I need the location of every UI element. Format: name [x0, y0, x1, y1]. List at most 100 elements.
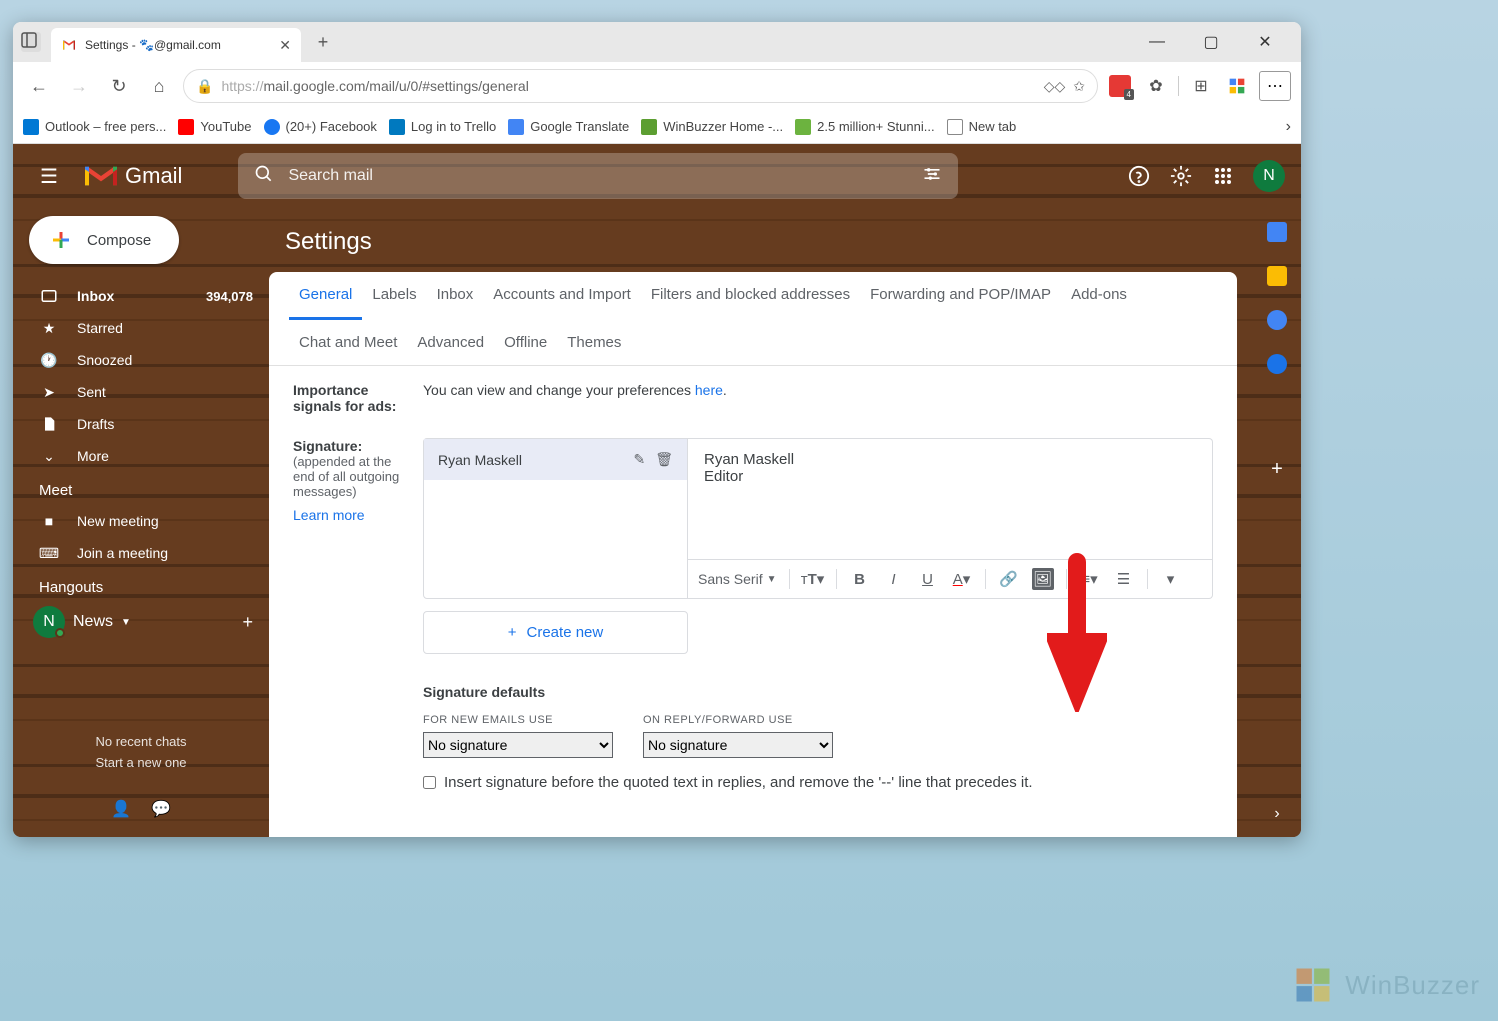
- underline-icon[interactable]: U: [917, 568, 939, 590]
- gear-icon[interactable]: [1169, 164, 1193, 188]
- send-icon: ➤: [39, 382, 59, 402]
- apps-icon[interactable]: [1211, 164, 1235, 188]
- bold-icon[interactable]: B: [849, 568, 871, 590]
- sidebar-item-sent[interactable]: ➤Sent: [13, 376, 269, 408]
- keep-icon[interactable]: [1267, 266, 1287, 286]
- sidebar-item-new-meeting[interactable]: ■New meeting: [13, 505, 269, 537]
- bookmark-outlook[interactable]: Outlook – free pers...: [23, 119, 166, 135]
- search-box[interactable]: [238, 153, 958, 199]
- link-icon[interactable]: 🔗: [998, 568, 1020, 590]
- tab-inbox[interactable]: Inbox: [427, 272, 484, 320]
- plus-icon: +: [508, 624, 517, 641]
- address-bar[interactable]: 🔒 https://mail.google.com/mail/u/0/#sett…: [183, 69, 1098, 103]
- tab-accounts[interactable]: Accounts and Import: [483, 272, 641, 320]
- here-link[interactable]: here: [695, 382, 723, 398]
- lock-icon: 🔒: [196, 78, 213, 95]
- signature-item[interactable]: Ryan Maskell ✎ 🗑: [424, 439, 687, 480]
- compose-button[interactable]: Compose: [29, 216, 179, 264]
- minimize-icon[interactable]: —: [1139, 27, 1175, 57]
- sidebar-item-snoozed[interactable]: 🕐Snoozed: [13, 344, 269, 376]
- learn-more-link[interactable]: Learn more: [293, 507, 403, 523]
- expand-panel-icon[interactable]: ›: [1274, 805, 1279, 823]
- signature-list: Ryan Maskell ✎ 🗑: [423, 438, 688, 599]
- meet-section-title: Meet: [13, 472, 269, 505]
- calendar-icon[interactable]: [1267, 222, 1287, 242]
- tab-close-icon[interactable]: ✕: [279, 37, 291, 54]
- bookmark-px[interactable]: 2.5 million+ Stunni...: [795, 119, 934, 135]
- extensions-icon[interactable]: ✿: [1142, 72, 1170, 100]
- home-button[interactable]: ⌂: [143, 70, 175, 102]
- browser-tab[interactable]: Settings - 🐾@gmail.com ✕: [51, 28, 301, 62]
- tab-offline[interactable]: Offline: [494, 320, 557, 365]
- bookmarks-overflow-icon[interactable]: ›: [1286, 118, 1291, 136]
- chat-icon[interactable]: 💬: [151, 799, 171, 819]
- tab-addons[interactable]: Add-ons: [1061, 272, 1137, 320]
- font-selector[interactable]: Sans Serif ▼: [698, 571, 777, 587]
- text-color-icon[interactable]: A▾: [951, 568, 973, 590]
- hangouts-user-row[interactable]: N News ▼ +: [13, 602, 269, 642]
- sig-defaults-title: Signature defaults: [423, 684, 1213, 700]
- tab-labels[interactable]: Labels: [362, 272, 426, 320]
- tab-forwarding[interactable]: Forwarding and POP/IMAP: [860, 272, 1061, 320]
- sidebar-item-more[interactable]: ⌄More: [13, 440, 269, 472]
- for-new-select[interactable]: No signature: [423, 732, 613, 758]
- add-panel-icon[interactable]: +: [1271, 458, 1283, 481]
- help-icon[interactable]: [1127, 164, 1151, 188]
- bookmark-trello[interactable]: Log in to Trello: [389, 119, 496, 135]
- tab-chat[interactable]: Chat and Meet: [289, 320, 407, 365]
- search-options-icon[interactable]: [922, 164, 942, 189]
- bookmark-winbuzzer[interactable]: WinBuzzer Home -...: [641, 119, 783, 135]
- avatar[interactable]: N: [1253, 160, 1285, 192]
- signature-textarea[interactable]: Ryan Maskell Editor: [688, 439, 1212, 559]
- bookmark-youtube[interactable]: YouTube: [178, 119, 251, 135]
- profile-icon[interactable]: [1223, 72, 1251, 100]
- close-window-icon[interactable]: ✕: [1247, 27, 1283, 57]
- sidebar-item-starred[interactable]: ★Starred: [13, 312, 269, 344]
- forward-button: →: [63, 70, 95, 102]
- insert-image-icon[interactable]: 🖼: [1032, 568, 1054, 590]
- tab-themes[interactable]: Themes: [557, 320, 631, 365]
- right-side-panel: + ›: [1253, 208, 1301, 837]
- sidebar-item-join-meeting[interactable]: ⌨Join a meeting: [13, 537, 269, 569]
- window-controls: — ▢ ✕: [1139, 27, 1293, 57]
- bookmark-newtab[interactable]: New tab: [947, 119, 1017, 135]
- create-new-button[interactable]: + Create new: [423, 611, 688, 654]
- person-icon[interactable]: 👤: [111, 799, 131, 819]
- sidebar-item-inbox[interactable]: Inbox 394,078: [13, 280, 269, 312]
- edit-icon[interactable]: ✎: [633, 451, 645, 468]
- bookmark-translate[interactable]: Google Translate: [508, 119, 629, 135]
- tab-general[interactable]: General: [289, 272, 362, 320]
- address-bar-row: ← → ↻ ⌂ 🔒 https://mail.google.com/mail/u…: [13, 62, 1301, 110]
- list-icon[interactable]: ☰: [1113, 568, 1135, 590]
- on-reply-select[interactable]: No signature: [643, 732, 833, 758]
- align-icon[interactable]: ≡▾: [1079, 568, 1101, 590]
- insert-checkbox[interactable]: [423, 776, 436, 789]
- gmail-logo[interactable]: Gmail: [85, 163, 182, 189]
- insert-checkbox-row: Insert signature before the quoted text …: [423, 774, 1213, 791]
- refresh-button[interactable]: ↻: [103, 70, 135, 102]
- more-format-icon[interactable]: ▾: [1160, 568, 1182, 590]
- scrollbar[interactable]: [1226, 692, 1236, 742]
- tab-manager-icon[interactable]: [21, 32, 41, 52]
- tab-advanced[interactable]: Advanced: [407, 320, 494, 365]
- tab-filters[interactable]: Filters and blocked addresses: [641, 272, 860, 320]
- hamburger-icon[interactable]: ☰: [29, 164, 69, 189]
- italic-icon[interactable]: I: [883, 568, 905, 590]
- status-dot: [55, 628, 65, 638]
- bookmark-facebook[interactable]: (20+) Facebook: [264, 119, 377, 135]
- menu-button[interactable]: ⋯: [1259, 71, 1291, 101]
- font-size-icon[interactable]: тT▾: [802, 568, 824, 590]
- reader-icon[interactable]: ◇◇: [1044, 78, 1066, 95]
- maximize-icon[interactable]: ▢: [1193, 27, 1229, 57]
- search-input[interactable]: [288, 167, 908, 185]
- collections-icon[interactable]: ⊞: [1187, 72, 1215, 100]
- back-button[interactable]: ←: [23, 70, 55, 102]
- favorite-icon[interactable]: ✩: [1073, 78, 1085, 95]
- new-tab-button[interactable]: +: [309, 32, 337, 53]
- delete-icon[interactable]: 🗑: [655, 451, 673, 468]
- contacts-icon[interactable]: [1267, 354, 1287, 374]
- sidebar-item-drafts[interactable]: Drafts: [13, 408, 269, 440]
- extension-icon[interactable]: 4: [1106, 72, 1134, 100]
- add-hangout-icon[interactable]: +: [242, 612, 253, 633]
- tasks-icon[interactable]: [1267, 310, 1287, 330]
